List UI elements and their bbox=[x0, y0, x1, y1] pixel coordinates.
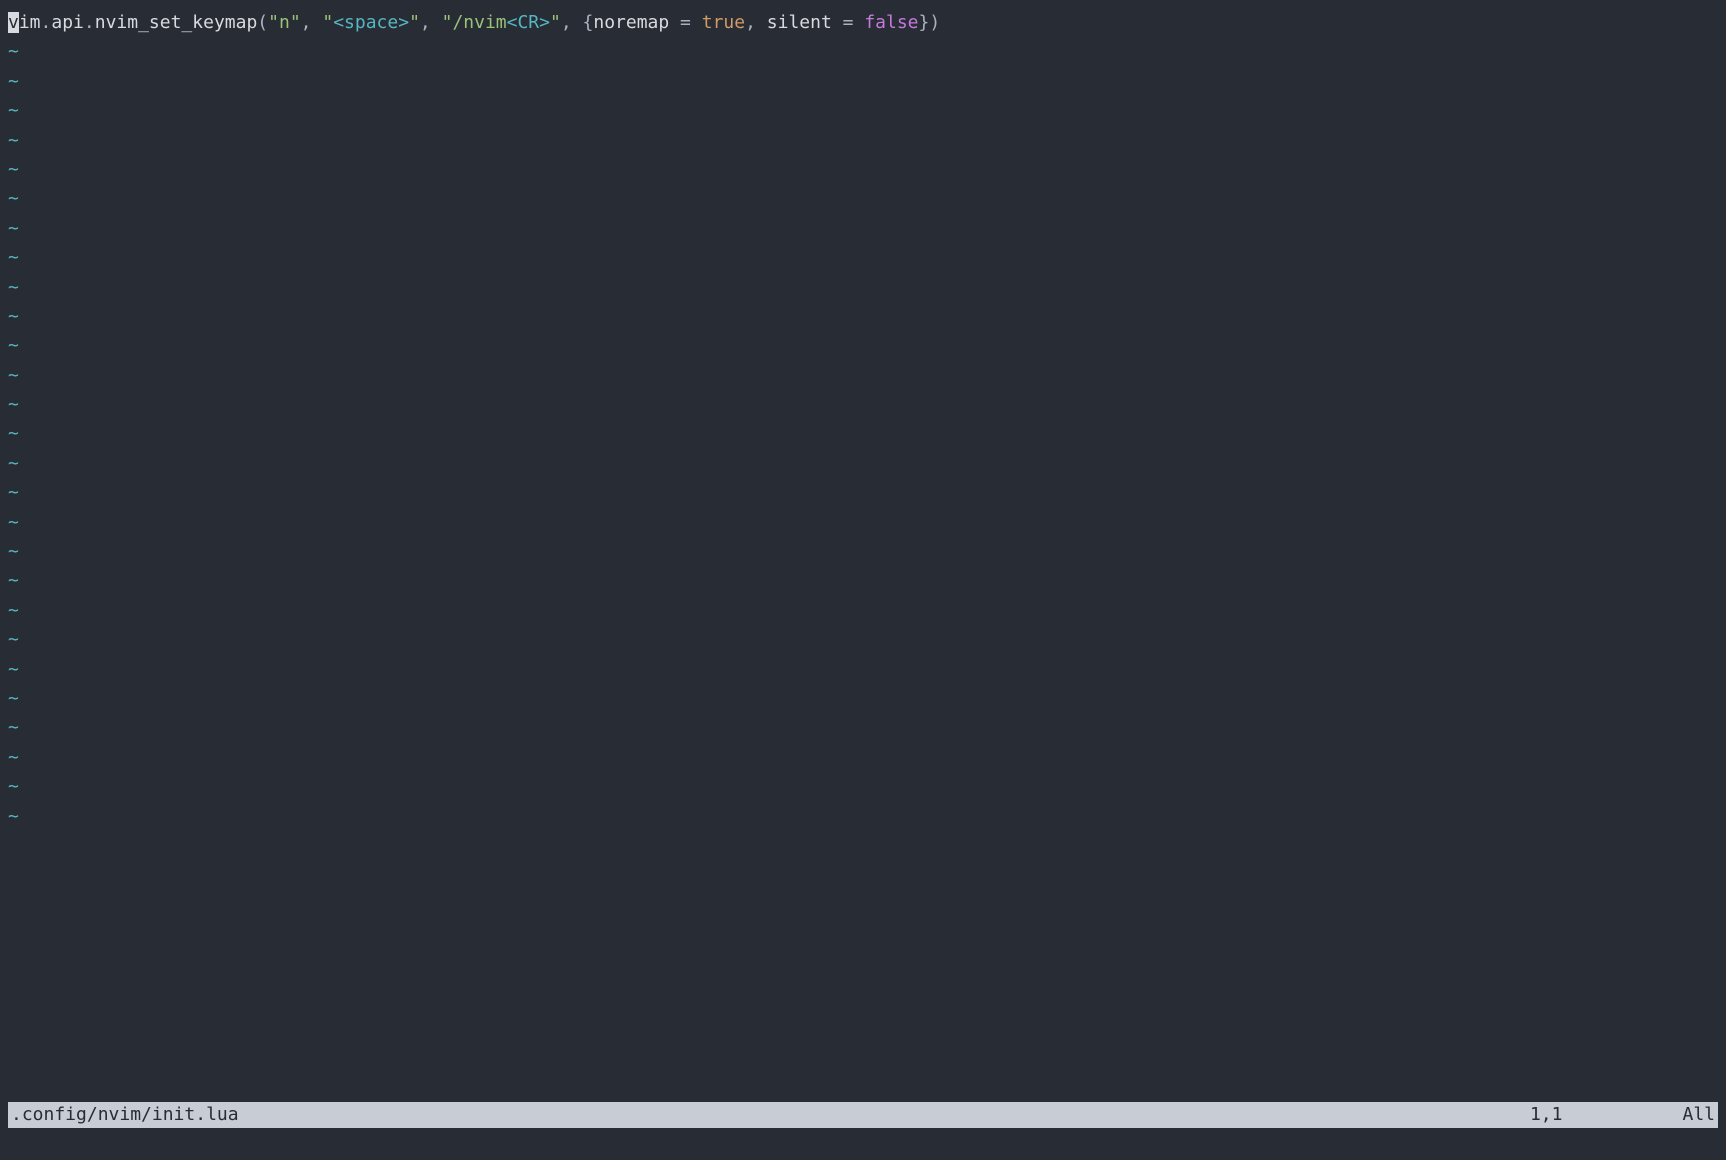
empty-line-tilde: ~ bbox=[8, 566, 1718, 595]
status-position: 1,1 bbox=[1530, 1100, 1563, 1129]
code-token: <space> bbox=[333, 12, 409, 33]
empty-line-tilde: ~ bbox=[8, 772, 1718, 801]
empty-line-tilde: ~ bbox=[8, 537, 1718, 566]
empty-line-tilde: ~ bbox=[8, 96, 1718, 125]
status-filename: .config/nvim/init.lua bbox=[11, 1100, 239, 1129]
empty-line-tilde: ~ bbox=[8, 184, 1718, 213]
code-token: { bbox=[583, 12, 594, 33]
code-token: = bbox=[832, 12, 865, 33]
code-token: im bbox=[19, 12, 41, 33]
code-token: api bbox=[51, 12, 84, 33]
code-token: , bbox=[561, 12, 583, 33]
empty-line-tilde: ~ bbox=[8, 390, 1718, 419]
code-token: ( bbox=[257, 12, 268, 33]
empty-line-tilde: ~ bbox=[8, 625, 1718, 654]
code-token: " bbox=[550, 12, 561, 33]
code-token: ) bbox=[929, 12, 940, 33]
empty-line-tilde: ~ bbox=[8, 478, 1718, 507]
code-token: true bbox=[702, 12, 745, 33]
code-token: . bbox=[84, 12, 95, 33]
code-token: nvim_set_keymap bbox=[95, 12, 258, 33]
code-token: noremap bbox=[593, 12, 669, 33]
code-token: v bbox=[8, 12, 19, 33]
code-token: " bbox=[268, 12, 279, 33]
code-token: /nvim bbox=[452, 12, 506, 33]
empty-line-tilde: ~ bbox=[8, 713, 1718, 742]
code-token: , bbox=[420, 12, 442, 33]
code-token: " bbox=[442, 12, 453, 33]
code-token: false bbox=[864, 12, 918, 33]
empty-line-tilde: ~ bbox=[8, 596, 1718, 625]
code-token: , bbox=[745, 12, 767, 33]
empty-line-tilde: ~ bbox=[8, 655, 1718, 684]
empty-line-tilde: ~ bbox=[8, 243, 1718, 272]
empty-line-tilde: ~ bbox=[8, 302, 1718, 331]
code-token: n bbox=[279, 12, 290, 33]
empty-line-tilde: ~ bbox=[8, 126, 1718, 155]
code-token: silent bbox=[767, 12, 832, 33]
code-token: , bbox=[301, 12, 323, 33]
code-token: . bbox=[41, 12, 52, 33]
status-percent: All bbox=[1682, 1100, 1715, 1129]
empty-line-tilde: ~ bbox=[8, 331, 1718, 360]
empty-line-tilde: ~ bbox=[8, 67, 1718, 96]
empty-line-tilde: ~ bbox=[8, 449, 1718, 478]
statusline: .config/nvim/init.lua 1,1 All bbox=[8, 1102, 1718, 1128]
code-token: " bbox=[409, 12, 420, 33]
empty-line-tilde: ~ bbox=[8, 508, 1718, 537]
empty-line-tilde: ~ bbox=[8, 214, 1718, 243]
code-token: } bbox=[919, 12, 930, 33]
code-line-1[interactable]: vim.api.nvim_set_keymap("n", "<space>", … bbox=[8, 8, 1718, 37]
empty-line-tilde: ~ bbox=[8, 743, 1718, 772]
code-token: = bbox=[669, 12, 702, 33]
code-token: " bbox=[290, 12, 301, 33]
command-line[interactable] bbox=[8, 1132, 1718, 1160]
empty-line-tilde: ~ bbox=[8, 273, 1718, 302]
code-token: <CR> bbox=[507, 12, 550, 33]
code-token: " bbox=[322, 12, 333, 33]
editor-viewport[interactable]: vim.api.nvim_set_keymap("n", "<space>", … bbox=[8, 8, 1718, 1116]
empty-line-tilde: ~ bbox=[8, 361, 1718, 390]
empty-line-tilde: ~ bbox=[8, 155, 1718, 184]
empty-line-tilde: ~ bbox=[8, 684, 1718, 713]
empty-line-tilde: ~ bbox=[8, 37, 1718, 66]
empty-line-tilde: ~ bbox=[8, 802, 1718, 831]
empty-line-tilde: ~ bbox=[8, 419, 1718, 448]
